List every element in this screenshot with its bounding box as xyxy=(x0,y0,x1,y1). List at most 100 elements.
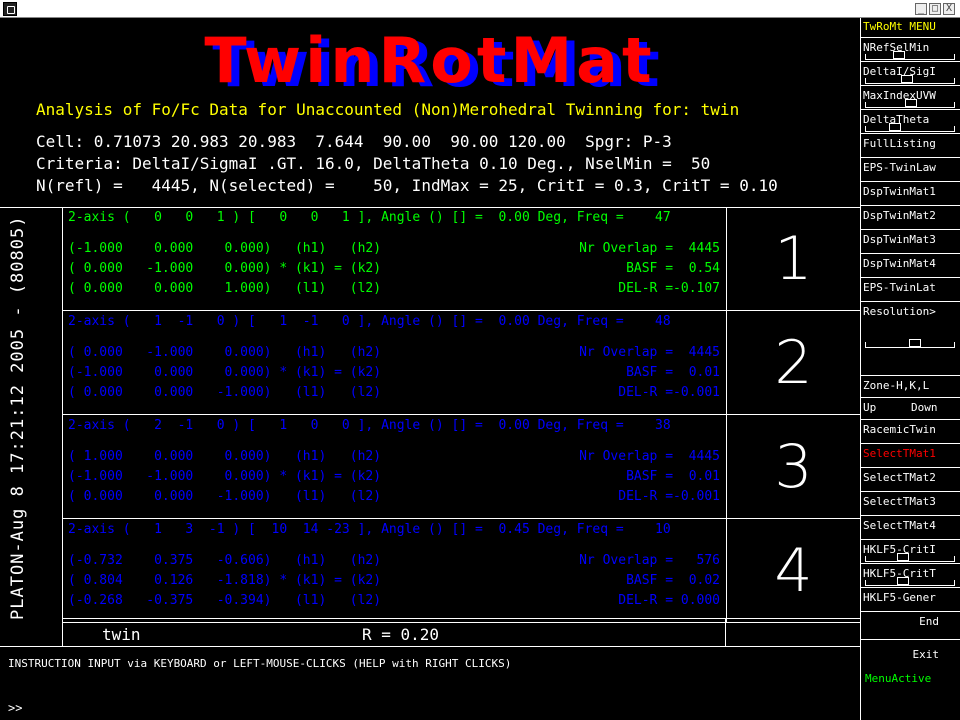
menu-item-hklf5-critt[interactable]: HKLF5-CritT xyxy=(861,564,960,588)
del-r-value: DEL-R =-0.001 xyxy=(618,489,720,504)
menu-item-selecttmat2[interactable]: SelectTMat2 xyxy=(861,468,960,492)
slider-knob[interactable] xyxy=(901,75,913,83)
close-button[interactable]: X xyxy=(943,3,955,15)
twin-axis-line: 2-axis ( 0 0 1 ) [ 0 0 1 ], Angle () [] … xyxy=(68,210,671,225)
menu-item-label: SelectTMat4 xyxy=(863,519,936,532)
del-r-value: DEL-R = 0.000 xyxy=(618,593,720,608)
slider-knob[interactable] xyxy=(893,51,905,59)
reflection-counts: N(refl) = 4445, N(selected) = 50, IndMax… xyxy=(36,176,778,195)
menu-item-racemictwin[interactable]: RacemicTwin xyxy=(861,420,960,444)
instruction-area[interactable]: INSTRUCTION INPUT via KEYBOARD or LEFT-M… xyxy=(0,646,860,720)
menu-item-selecttmat3[interactable]: SelectTMat3 xyxy=(861,492,960,516)
menu-item-resolution[interactable]: Resolution> xyxy=(861,302,960,376)
menu-item-deltai-sigi[interactable]: DeltaI/SigI xyxy=(861,62,960,86)
menu-item-label: MaxIndexUVW xyxy=(863,89,936,102)
command-prompt[interactable]: >> xyxy=(8,701,22,715)
menu-slider[interactable] xyxy=(865,339,955,348)
twin-axis-line: 2-axis ( 1 -1 0 ) [ 1 -1 0 ], Angle () [… xyxy=(68,314,671,329)
menu-item-hklf5-gener[interactable]: HKLF5-Gener xyxy=(861,588,960,612)
menu-item-up[interactable]: Up Down xyxy=(861,398,960,420)
menu-slider[interactable] xyxy=(865,51,955,60)
menu-item-selecttmat1[interactable]: SelectTMat1 xyxy=(861,444,960,468)
maximize-button[interactable]: □ xyxy=(929,3,941,15)
twin-number-2[interactable]: 2 xyxy=(726,311,860,415)
matrix-row: (-1.000 0.000 0.000) * (k1) = (k2) xyxy=(68,365,382,380)
twin-number-3[interactable]: 3 xyxy=(726,415,860,519)
menu-item-end[interactable]: End xyxy=(861,612,960,640)
menu-slider[interactable] xyxy=(865,577,955,586)
menu-item-label-down[interactable]: Down xyxy=(911,401,938,415)
window-titlebar: _ □ X xyxy=(0,0,960,18)
basf-value: BASF = 0.01 xyxy=(626,365,720,380)
menu-slider[interactable] xyxy=(865,99,955,108)
analysis-subtitle: Analysis of Fo/Fc Data for Unaccounted (… xyxy=(36,100,740,119)
menu-item-label: EPS-TwinLat xyxy=(863,281,936,294)
structure-name: twin xyxy=(102,625,141,644)
menu-item-label: Zone-H,K,L xyxy=(863,379,930,392)
twin-axis-line: 2-axis ( 2 -1 0 ) [ 1 0 0 ], Angle () []… xyxy=(68,418,671,433)
menu-item-dsptwinmat1[interactable]: DspTwinMat1 xyxy=(861,182,960,206)
matrix-row: ( 0.000 0.000 -1.000) (l1) (l2) xyxy=(68,489,382,504)
logo-text: TwinRotMat xyxy=(204,24,656,97)
slider-knob[interactable] xyxy=(905,99,917,107)
platon-canvas[interactable]: TwinRotMat TwinRotMat Analysis of Fo/Fc … xyxy=(0,18,860,720)
slider-knob[interactable] xyxy=(909,339,921,347)
menu-item-fulllisting[interactable]: FullListing xyxy=(861,134,960,158)
twin-axis-line: 2-axis ( 1 3 -1 ) [ 10 14 -23 ], Angle (… xyxy=(68,522,671,537)
results-footer: twin R = 0.20 xyxy=(62,618,860,647)
basf-value: BASF = 0.54 xyxy=(626,261,720,276)
slider-knob[interactable] xyxy=(897,553,909,561)
twin-law-panel-2[interactable]: 2-axis ( 1 -1 0 ) [ 1 -1 0 ], Angle () [… xyxy=(62,311,726,415)
twin-law-panel-4[interactable]: 2-axis ( 1 3 -1 ) [ 10 14 -23 ], Angle (… xyxy=(62,519,726,623)
menu-item-dsptwinmat2[interactable]: DspTwinMat2 xyxy=(861,206,960,230)
instruction-text: INSTRUCTION INPUT via KEYBOARD or LEFT-M… xyxy=(8,657,512,670)
twin-number-4[interactable]: 4 xyxy=(726,519,860,623)
slider-knob[interactable] xyxy=(889,123,901,131)
menu-item-label: DspTwinMat4 xyxy=(863,257,936,270)
menu-status: MenuActive xyxy=(865,672,932,685)
minimize-button[interactable]: _ xyxy=(915,3,927,15)
menu-item-nrefselmin[interactable]: NRefSelMin xyxy=(861,38,960,62)
slider-knob[interactable] xyxy=(897,577,909,585)
menu-item-label: DspTwinMat1 xyxy=(863,185,936,198)
menu-title: TwRoMt MENU xyxy=(861,18,960,38)
matrix-row: ( 0.000 0.000 -1.000) (l1) (l2) xyxy=(68,385,382,400)
menu-item-label: Exit xyxy=(912,648,940,661)
menu-slider[interactable] xyxy=(865,75,955,84)
overlap-count: Nr Overlap = 576 xyxy=(579,553,720,568)
menu-item-hklf5-criti[interactable]: HKLF5-CritI xyxy=(861,540,960,564)
menu-item-selecttmat4[interactable]: SelectTMat4 xyxy=(861,516,960,540)
cell-parameters: Cell: 0.71073 20.983 20.983 7.644 90.00 … xyxy=(36,132,672,151)
menu-item-label: DspTwinMat3 xyxy=(863,233,936,246)
menu-item-label: DeltaI/SigI xyxy=(863,65,936,78)
menu-item-dsptwinmat3[interactable]: DspTwinMat3 xyxy=(861,230,960,254)
basf-value: BASF = 0.02 xyxy=(626,573,720,588)
twin-law-panel-1[interactable]: 2-axis ( 0 0 1 ) [ 0 0 1 ], Angle () [] … xyxy=(62,207,726,311)
menu-slider[interactable] xyxy=(865,553,955,562)
matrix-row: (-0.732 0.375 -0.606) (h1) (h2) xyxy=(68,553,382,568)
system-menu-icon[interactable] xyxy=(3,2,17,16)
twin-law-panel-3[interactable]: 2-axis ( 2 -1 0 ) [ 1 0 0 ], Angle () []… xyxy=(62,415,726,519)
menu-item-deltatheta[interactable]: DeltaTheta xyxy=(861,110,960,134)
menu-item-zone-h-k-l[interactable]: Zone-H,K,L xyxy=(861,376,960,398)
matrix-row: ( 1.000 0.000 0.000) (h1) (h2) xyxy=(68,449,382,464)
menu-slider[interactable] xyxy=(865,123,955,132)
matrix-row: ( 0.000 -1.000 0.000) * (k1) = (k2) xyxy=(68,261,382,276)
menu-item-eps-twinlaw[interactable]: EPS-TwinLaw xyxy=(861,158,960,182)
menu-item-maxindexuvw[interactable]: MaxIndexUVW xyxy=(861,86,960,110)
menu-item-label: HKLF5-Gener xyxy=(863,591,936,604)
menu-item-dsptwinmat4[interactable]: DspTwinMat4 xyxy=(861,254,960,278)
menu-item-eps-twinlat[interactable]: EPS-TwinLat xyxy=(861,278,960,302)
overlap-count: Nr Overlap = 4445 xyxy=(579,449,720,464)
matrix-row: ( 0.000 0.000 1.000) (l1) (l2) xyxy=(68,281,382,296)
matrix-row: (-1.000 -1.000 0.000) * (k1) = (k2) xyxy=(68,469,382,484)
overlap-count: Nr Overlap = 4445 xyxy=(579,241,720,256)
selection-criteria: Criteria: DeltaI/SigmaI .GT. 16.0, Delta… xyxy=(36,154,711,173)
menu-item-label: DspTwinMat2 xyxy=(863,209,936,222)
menu-item-exit[interactable]: Exit xyxy=(861,640,960,670)
menu-item-label: Resolution> xyxy=(863,305,936,318)
matrix-row: (-1.000 0.000 0.000) (h1) (h2) xyxy=(68,241,382,256)
twin-number-1[interactable]: 1 xyxy=(726,207,860,311)
menu-item-label: SelectTMat1 xyxy=(863,447,936,460)
matrix-row: ( 0.804 0.126 -1.818) * (k1) = (k2) xyxy=(68,573,382,588)
